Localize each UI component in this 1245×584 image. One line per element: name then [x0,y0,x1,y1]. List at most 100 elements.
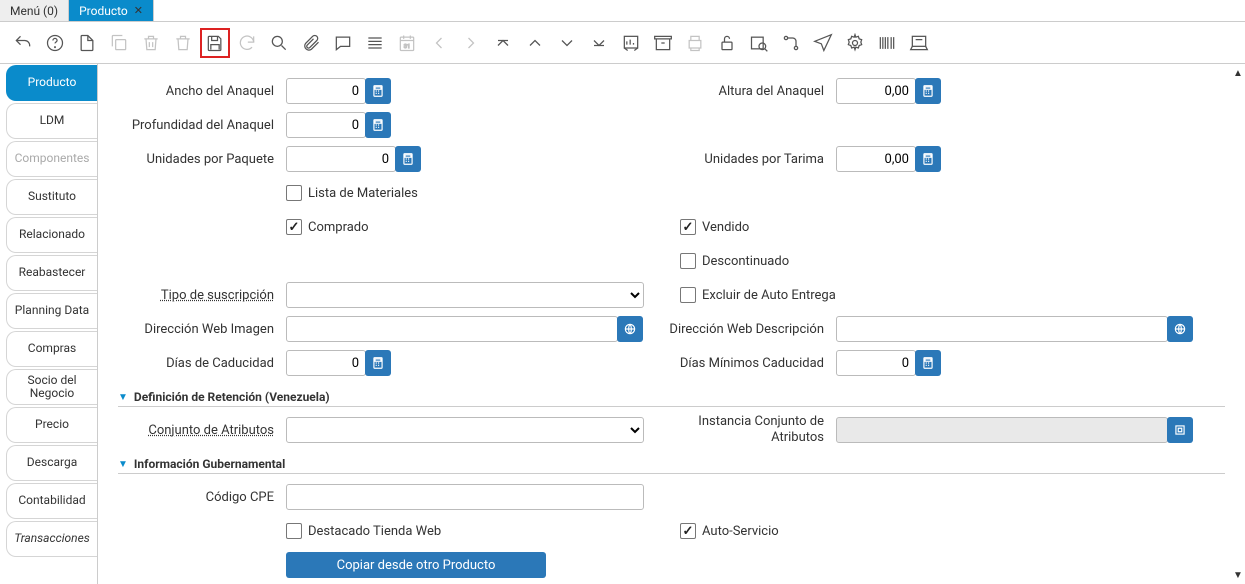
sidebar: Producto LDM Componentes Sustituto Relac… [0,64,98,584]
dias-caducidad-input[interactable] [286,350,366,376]
scroll-up-icon[interactable]: ▲ [1231,64,1245,82]
first-icon[interactable] [488,28,518,58]
sidebar-item-componentes[interactable]: Componentes [6,141,97,177]
sidebar-item-relacionado[interactable]: Relacionado [6,217,97,253]
sidebar-item-ldm[interactable]: LDM [6,103,97,139]
prev-icon [424,28,454,58]
tipo-suscripcion-select[interactable] [286,282,644,308]
dias-min-caducidad-label: Días Mínimos Caducidad [668,356,828,371]
new-icon[interactable] [72,28,102,58]
calculator-icon[interactable] [915,78,941,104]
profundidad-label: Profundidad del Anaquel [118,118,278,133]
search-icon[interactable] [264,28,294,58]
instancia-atributos-label: Instancia Conjunto de Atributos [668,414,828,445]
lista-materiales-label: Lista de Materiales [308,186,418,201]
calculator-icon[interactable] [915,146,941,172]
undo-icon[interactable] [8,28,38,58]
auto-servicio-checkbox[interactable] [680,523,696,539]
gear-icon[interactable] [840,28,870,58]
calculator-icon[interactable] [915,350,941,376]
sidebar-item-socio-negocio[interactable]: Socio del Negocio [6,369,97,405]
codigo-cpe-input[interactable] [286,484,644,510]
comprado-label: Comprado [308,220,369,235]
globe-icon[interactable] [617,316,643,342]
toolbar: 31 [0,22,1245,64]
up-icon[interactable] [520,28,550,58]
unidades-paquete-input[interactable] [286,146,396,172]
down-icon[interactable] [552,28,582,58]
destacado-tienda-web-label: Destacado Tienda Web [308,524,441,539]
sidebar-item-producto[interactable]: Producto [6,65,97,101]
sidebar-item-planning-data[interactable]: Planning Data [6,293,97,329]
excluir-auto-entrega-checkbox[interactable] [680,287,696,303]
unidades-paquete-label: Unidades por Paquete [118,152,278,167]
zoom-across-icon[interactable] [744,28,774,58]
form-scroll-area[interactable]: Ancho del Anaquel Altura del Anaquel [98,64,1245,584]
tab-menu-label: Menú (0) [10,4,58,18]
dias-caducidad-label: Días de Caducidad [118,356,278,371]
last-icon[interactable] [584,28,614,58]
dias-min-caducidad-input[interactable] [836,350,916,376]
ancho-anaquel-input[interactable] [286,78,366,104]
copiar-producto-button[interactable]: Copiar desde otro Producto [286,552,546,578]
report-icon[interactable] [616,28,646,58]
ancho-anaquel-label: Ancho del Anaquel [118,84,278,99]
direccion-web-desc-label: Dirección Web Descripción [668,322,828,337]
attachment-icon[interactable] [296,28,326,58]
instancia-atributos-input[interactable] [836,417,1168,443]
grid-toggle-icon[interactable] [360,28,390,58]
conjunto-atributos-label: Conjunto de Atributos [118,423,278,438]
calculator-icon[interactable] [365,78,391,104]
globe-icon[interactable] [1167,316,1193,342]
sidebar-item-transacciones[interactable]: Transacciones [6,521,97,557]
destacado-tienda-web-checkbox[interactable] [286,523,302,539]
sidebar-item-precio[interactable]: Precio [6,407,97,443]
calculator-icon[interactable] [395,146,421,172]
calculator-icon[interactable] [365,350,391,376]
profundidad-input[interactable] [286,112,366,138]
help-icon[interactable] [40,28,70,58]
pos-icon[interactable] [904,28,934,58]
chat-icon[interactable] [328,28,358,58]
svg-text:31: 31 [404,44,411,50]
direccion-web-imagen-input[interactable] [286,316,618,342]
direccion-web-imagen-label: Dirección Web Imagen [118,322,278,337]
unidades-tarima-input[interactable] [836,146,916,172]
sidebar-item-descarga[interactable]: Descarga [6,445,97,481]
print-icon [680,28,710,58]
vendido-checkbox[interactable] [680,219,696,235]
altura-anaquel-input[interactable] [836,78,916,104]
auto-servicio-label: Auto-Servicio [702,524,779,539]
archive-icon[interactable] [648,28,678,58]
save-icon[interactable] [200,28,230,58]
conjunto-atributos-select[interactable] [286,417,644,443]
tipo-suscripcion-label: Tipo de suscripción [118,288,278,303]
sidebar-item-compras[interactable]: Compras [6,331,97,367]
scroll-down-icon[interactable]: ▼ [1231,566,1245,584]
attribute-icon[interactable] [1167,417,1193,443]
calendar-icon: 31 [392,28,422,58]
delete-icon [136,28,166,58]
request-icon[interactable] [808,28,838,58]
direccion-web-desc-input[interactable] [836,316,1168,342]
altura-anaquel-label: Altura del Anaquel [668,84,828,99]
section-gubernamental[interactable]: ▼ Información Gubernamental [118,457,1225,474]
next-icon [456,28,486,58]
tab-menu[interactable]: Menú (0) [0,0,69,21]
workflow-icon[interactable] [776,28,806,58]
barcode-icon[interactable] [872,28,902,58]
sidebar-item-contabilidad[interactable]: Contabilidad [6,483,97,519]
lock-icon[interactable] [712,28,742,58]
sidebar-item-reabastecer[interactable]: Reabastecer [6,255,97,291]
sidebar-item-sustituto[interactable]: Sustituto [6,179,97,215]
tab-producto[interactable]: Producto ✕ [69,0,154,21]
lista-materiales-checkbox[interactable] [286,185,302,201]
close-icon[interactable]: ✕ [134,4,143,17]
comprado-checkbox[interactable] [286,219,302,235]
chevron-down-icon: ▼ [118,392,128,403]
codigo-cpe-label: Código CPE [118,490,278,505]
section-retencion[interactable]: ▼ Definición de Retención (Venezuela) [118,390,1225,407]
descontinuado-checkbox[interactable] [680,253,696,269]
delete-selection-icon [168,28,198,58]
calculator-icon[interactable] [365,112,391,138]
